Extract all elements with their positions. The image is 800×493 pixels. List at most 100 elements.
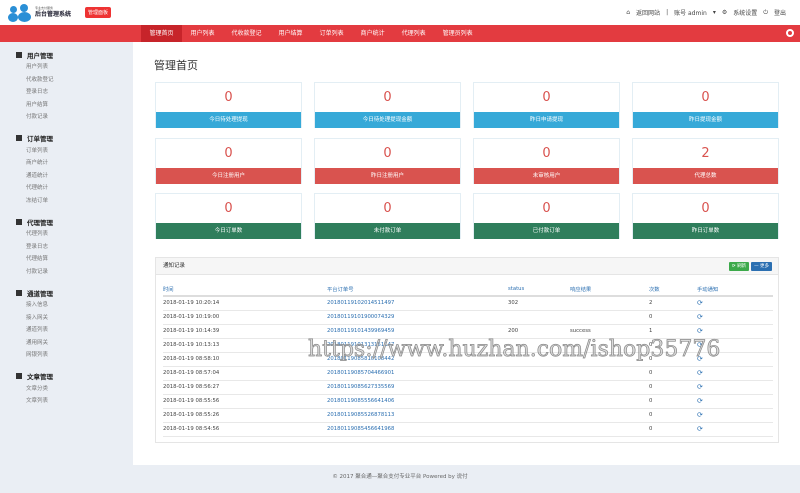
sidebar-group-header[interactable]: 通道管理 bbox=[0, 286, 133, 299]
refresh-button[interactable]: ⟳ 刷新 bbox=[728, 262, 750, 271]
nav-merchant-stats[interactable]: 商户统计 bbox=[352, 25, 393, 42]
resend-notify-icon[interactable]: ⟳ bbox=[697, 327, 703, 335]
order-link[interactable]: 20180119085810108442 bbox=[327, 352, 508, 367]
sidebar-item[interactable]: 代理列表 bbox=[0, 228, 133, 241]
sidebar-item[interactable]: 登录日志 bbox=[0, 86, 133, 99]
stat-card[interactable]: 0 已付款订单 bbox=[473, 193, 620, 239]
sidebar-item[interactable]: 登录日志 bbox=[0, 241, 133, 254]
stat-card[interactable]: 0 今日订单数 bbox=[155, 193, 302, 239]
order-link[interactable]: 20180119085526878113 bbox=[327, 408, 508, 423]
sidebar-item[interactable]: 付款记录 bbox=[0, 111, 133, 124]
group-icon bbox=[16, 289, 22, 296]
sidebar-group-header[interactable]: 用户管理 bbox=[0, 48, 133, 61]
resend-notify-icon[interactable]: ⟳ bbox=[697, 383, 703, 391]
nav-users[interactable]: 用户列表 bbox=[182, 25, 223, 42]
stat-value: 0 bbox=[383, 201, 392, 216]
nav-settlement[interactable]: 用户结算 bbox=[270, 25, 311, 42]
sidebar-group-header[interactable]: 订单管理 bbox=[0, 132, 133, 145]
stat-label: 未付款订单 bbox=[315, 223, 460, 239]
stat-card[interactable]: 0 未付款订单 bbox=[314, 193, 461, 239]
sidebar-item[interactable]: 用户结算 bbox=[0, 99, 133, 112]
stat-value: 0 bbox=[542, 90, 551, 105]
order-link[interactable]: 20180119085627335569 bbox=[327, 380, 508, 395]
stat-card[interactable]: 2 代理总数 bbox=[632, 138, 779, 184]
stat-value: 2 bbox=[701, 146, 710, 161]
stat-value: 0 bbox=[224, 201, 233, 216]
stat-card[interactable]: 0 今日待处理提现 bbox=[155, 82, 302, 128]
table-row: 2018-01-19 08:56:27 20180119085627335569 0… bbox=[163, 380, 773, 395]
resend-notify-icon[interactable]: ⟳ bbox=[697, 425, 703, 433]
sidebar-item[interactable]: 接入网关 bbox=[0, 312, 133, 325]
sidebar-group: 代理管理 代理列表 登录日志 代理结算 付款记录 bbox=[0, 215, 133, 278]
stat-label: 已付款订单 bbox=[474, 223, 619, 239]
sidebar-item[interactable]: 文章分类 bbox=[0, 383, 133, 396]
sidebar-item[interactable]: 代收款登记 bbox=[0, 74, 133, 87]
nav-orders[interactable]: 订单列表 bbox=[311, 25, 352, 42]
sidebar-item[interactable]: 通道统计 bbox=[0, 170, 133, 183]
stat-label: 昨日注册用户 bbox=[315, 168, 460, 184]
resend-notify-icon[interactable]: ⟳ bbox=[697, 313, 703, 321]
col-count: 次数 bbox=[649, 282, 697, 297]
col-manual-notify: 手动通知 bbox=[697, 282, 773, 297]
resend-notify-icon[interactable]: ⟳ bbox=[697, 355, 703, 363]
stat-value: 0 bbox=[542, 146, 551, 161]
table-row: 2018-01-19 08:55:56 20180119085556641406 0… bbox=[163, 394, 773, 409]
resend-notify-icon[interactable]: ⟳ bbox=[697, 411, 703, 419]
back-to-site-link[interactable]: 返回网站 bbox=[636, 8, 660, 17]
table-row: 2018-01-19 10:13:13 20180119101313151147 0… bbox=[163, 338, 773, 353]
sidebar-item[interactable]: 文章列表 bbox=[0, 395, 133, 408]
stat-card[interactable]: 0 昨日提现金额 bbox=[632, 82, 779, 128]
nav-agents[interactable]: 代理列表 bbox=[393, 25, 434, 42]
stat-label: 今日注册用户 bbox=[156, 168, 301, 184]
sidebar-item[interactable]: 代理统计 bbox=[0, 182, 133, 195]
sidebar-item[interactable]: 通道列表 bbox=[0, 324, 133, 337]
sidebar-item[interactable]: 订单列表 bbox=[0, 145, 133, 158]
sidebar-group-header[interactable]: 代理管理 bbox=[0, 215, 133, 228]
nav-home[interactable]: 管理首页 bbox=[141, 25, 183, 42]
logout-link[interactable]: 登出 bbox=[774, 8, 786, 17]
resend-notify-icon[interactable]: ⟳ bbox=[697, 397, 703, 405]
resend-notify-icon[interactable]: ⟳ bbox=[697, 299, 703, 307]
logo-icon bbox=[8, 3, 32, 22]
order-link[interactable]: 201801191020145114​97 bbox=[327, 296, 508, 311]
sidebar-item[interactable]: 商户统计 bbox=[0, 157, 133, 170]
order-link[interactable]: 20180119101313151147 bbox=[327, 338, 508, 353]
stat-value: 0 bbox=[701, 90, 710, 105]
order-link[interactable]: 20180119085556641406 bbox=[327, 394, 508, 409]
sidebar-item[interactable]: 接入信息 bbox=[0, 299, 133, 312]
table-row: 2018-01-19 08:57:04 20180119085704466901 0… bbox=[163, 366, 773, 381]
order-link[interactable]: 20180119101439969459 bbox=[327, 324, 508, 339]
stat-value: 0 bbox=[542, 201, 551, 216]
resend-notify-icon[interactable]: ⟳ bbox=[697, 369, 703, 377]
col-status: status bbox=[508, 282, 570, 297]
order-link[interactable]: 20180119101900074329 bbox=[327, 310, 508, 325]
stat-card[interactable]: 0 今日待处理提现金额 bbox=[314, 82, 461, 128]
stat-value: 0 bbox=[224, 146, 233, 161]
main-nav: 管理首页 用户列表 代收款登记 用户结算 订单列表 商户统计 代理列表 管理员列… bbox=[0, 25, 800, 42]
stat-card[interactable]: 0 昨日订单数 bbox=[632, 193, 779, 239]
table-row: 2018-01-19 08:55:26 20180119085526878113 0… bbox=[163, 408, 773, 423]
stat-card[interactable]: 0 昨日注册用户 bbox=[314, 138, 461, 184]
nav-admins[interactable]: 管理员列表 bbox=[434, 25, 481, 42]
resend-notify-icon[interactable]: ⟳ bbox=[697, 341, 703, 349]
col-time: 时间 bbox=[163, 282, 327, 297]
sidebar-item[interactable]: 代理结算 bbox=[0, 253, 133, 266]
stat-card[interactable]: 0 今日注册用户 bbox=[155, 138, 302, 184]
nav-collection[interactable]: 代收款登记 bbox=[223, 25, 270, 42]
sidebar-group: 用户管理 用户列表 代收款登记 登录日志 用户结算 付款记录 bbox=[0, 48, 133, 124]
stat-card[interactable]: 0 昨日申请提现 bbox=[473, 82, 620, 128]
order-link[interactable]: 20180119085704466901 bbox=[327, 366, 508, 381]
sidebar-item[interactable]: 冻结订单 bbox=[0, 195, 133, 208]
account-dropdown[interactable]: 账号 admin bbox=[674, 8, 707, 17]
settings-gear-icon[interactable] bbox=[786, 29, 794, 37]
sidebar-item[interactable]: 用户列表 bbox=[0, 61, 133, 74]
order-link[interactable]: 20180119085456641968 bbox=[327, 422, 508, 437]
more-button[interactable]: — 更多 bbox=[751, 262, 772, 271]
stat-card[interactable]: 0 未审核用户 bbox=[473, 138, 620, 184]
logo[interactable]: 专业支付服务 后台管理系统 bbox=[8, 3, 71, 22]
sidebar-item[interactable]: 付款记录 bbox=[0, 266, 133, 279]
sidebar-group-header[interactable]: 文章管理 bbox=[0, 370, 133, 383]
sidebar-item[interactable]: 通用网关 bbox=[0, 337, 133, 350]
settings-link[interactable]: 系统设置 bbox=[733, 8, 757, 17]
sidebar-item[interactable]: 网银列表 bbox=[0, 349, 133, 362]
